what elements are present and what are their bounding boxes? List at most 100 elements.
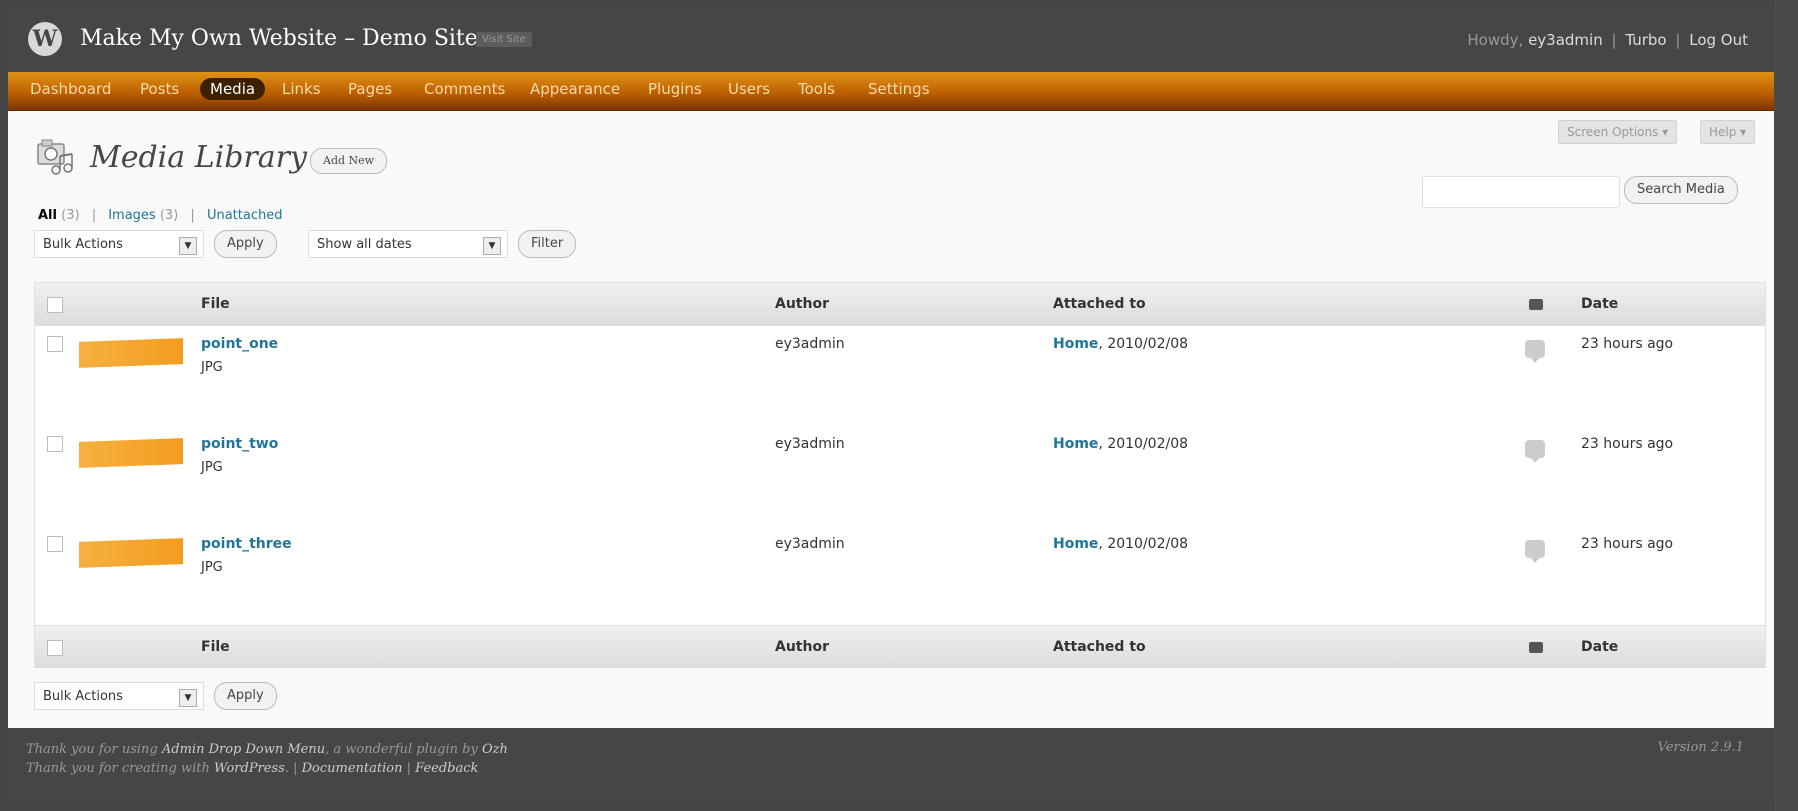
footer-text: Thank you for using — [26, 742, 162, 757]
add-new-button[interactable]: Add New — [310, 148, 388, 174]
file-link[interactable]: point_three — [201, 536, 292, 552]
select-all-checkbox[interactable] — [47, 640, 63, 656]
nav-comments[interactable]: Comments — [424, 80, 505, 98]
turbo-link[interactable]: Turbo — [1625, 31, 1666, 49]
image-thumbnail[interactable] — [79, 538, 183, 568]
table-footer: File Author Attached to Date — [35, 625, 1765, 668]
howdy-text: Howdy, — [1467, 31, 1524, 49]
wordpress-link[interactable]: WordPress — [214, 761, 285, 776]
attached-link[interactable]: Home — [1053, 336, 1098, 352]
logout-link[interactable]: Log Out — [1689, 31, 1748, 49]
author-cell: ey3admin — [775, 436, 845, 452]
author-cell: ey3admin — [775, 536, 845, 552]
nav-links[interactable]: Links — [282, 80, 321, 98]
footer-credits: Thank you for using Admin Drop Down Menu… — [26, 740, 508, 778]
file-type: JPG — [201, 360, 223, 375]
attached-cell: Home, 2010/02/08 — [1053, 436, 1188, 452]
column-file[interactable]: File — [201, 296, 230, 312]
filter-button[interactable]: Filter — [518, 230, 577, 258]
date-filter-value: Show all dates — [317, 237, 412, 252]
window-edge — [1774, 0, 1798, 811]
attached-date: , 2010/02/08 — [1098, 536, 1189, 552]
row-checkbox[interactable] — [47, 536, 63, 552]
username-link[interactable]: ey3admin — [1528, 31, 1603, 49]
plugin-link[interactable]: Admin Drop Down Menu — [162, 742, 325, 757]
date-cell: 23 hours ago — [1581, 336, 1674, 352]
visit-site-button[interactable]: Visit Site — [476, 32, 532, 47]
author-cell: ey3admin — [775, 336, 845, 352]
file-link[interactable]: point_one — [201, 336, 278, 352]
attached-link[interactable]: Home — [1053, 436, 1098, 452]
admin-header: W Make My Own Website – Demo Site Visit … — [8, 8, 1774, 72]
footer-line-1: Thank you for using Admin Drop Down Menu… — [26, 740, 508, 759]
help-button[interactable]: Help ▾ — [1700, 120, 1756, 144]
bulk-actions-value: Bulk Actions — [43, 237, 123, 252]
documentation-link[interactable]: Documentation — [302, 761, 403, 776]
column-attached[interactable]: Attached to — [1053, 296, 1146, 312]
search-input[interactable] — [1422, 176, 1620, 208]
filter-all[interactable]: All — [38, 208, 57, 223]
comment-count-icon[interactable] — [1525, 540, 1545, 563]
plugin-author-link[interactable]: Ozh — [482, 742, 508, 757]
table-row: point_two JPG ey3admin Home, 2010/02/08 … — [35, 426, 1765, 527]
user-info: Howdy, ey3admin | Turbo | Log Out — [1467, 31, 1748, 49]
bulk-actions-value: Bulk Actions — [43, 689, 123, 704]
admin-footer: Thank you for using Admin Drop Down Menu… — [8, 728, 1774, 803]
nav-settings[interactable]: Settings — [868, 80, 930, 98]
footer-text: Thank you for creating with — [26, 761, 214, 776]
select-all-checkbox[interactable] — [47, 297, 63, 313]
footer-text: . | — [284, 761, 302, 776]
media-table: File Author Attached to Date point_one J… — [34, 282, 1766, 668]
table-row: point_three JPG ey3admin Home, 2010/02/0… — [35, 526, 1765, 627]
filter-all-count: (3) — [61, 208, 80, 223]
row-checkbox[interactable] — [47, 336, 63, 352]
date-filter-select[interactable]: Show all dates ▼ — [308, 230, 508, 258]
nav-dashboard[interactable]: Dashboard — [30, 80, 111, 98]
column-author[interactable]: Author — [775, 296, 829, 312]
wp-admin-window: W Make My Own Website – Demo Site Visit … — [8, 8, 1774, 803]
row-checkbox[interactable] — [47, 436, 63, 452]
column-attached[interactable]: Attached to — [1053, 639, 1146, 655]
chevron-down-icon: ▼ — [179, 237, 197, 255]
nav-users[interactable]: Users — [728, 80, 770, 98]
filter-unattached[interactable]: Unattached — [207, 208, 283, 223]
column-date[interactable]: Date — [1581, 296, 1618, 312]
comment-count-icon[interactable] — [1525, 440, 1545, 463]
footer-text: , a wonderful plugin by — [325, 742, 482, 757]
bulk-actions-select-bottom[interactable]: Bulk Actions ▼ — [34, 682, 204, 710]
nav-tools[interactable]: Tools — [798, 80, 835, 98]
column-file[interactable]: File — [201, 639, 230, 655]
file-link[interactable]: point_two — [201, 436, 278, 452]
column-date[interactable]: Date — [1581, 639, 1618, 655]
attached-link[interactable]: Home — [1053, 536, 1098, 552]
screen-options-button[interactable]: Screen Options ▾ — [1558, 120, 1678, 144]
feedback-link[interactable]: Feedback — [415, 761, 478, 776]
media-filter-links: All (3) | Images (3) | Unattached — [38, 208, 282, 223]
filter-images-count: (3) — [159, 208, 179, 223]
version-text: Version 2.9.1 — [1657, 740, 1744, 755]
bulk-actions-select[interactable]: Bulk Actions ▼ — [34, 230, 204, 258]
search-media-button[interactable]: Search Media — [1624, 176, 1738, 204]
comment-count-icon[interactable] — [1525, 340, 1545, 363]
site-title[interactable]: Make My Own Website – Demo Site — [80, 26, 478, 51]
apply-button[interactable]: Apply — [214, 230, 277, 258]
image-thumbnail[interactable] — [79, 438, 183, 468]
nav-posts[interactable]: Posts — [140, 80, 179, 98]
filter-images[interactable]: Images — [108, 208, 156, 223]
file-type: JPG — [201, 460, 223, 475]
wordpress-logo-icon[interactable]: W — [28, 22, 62, 56]
date-cell: 23 hours ago — [1581, 436, 1674, 452]
nav-media[interactable]: Media — [200, 78, 266, 100]
column-author[interactable]: Author — [775, 639, 829, 655]
separator: | — [91, 208, 97, 223]
apply-button-bottom[interactable]: Apply — [214, 682, 277, 710]
date-cell: 23 hours ago — [1581, 536, 1674, 552]
footer-separator: | — [402, 761, 416, 776]
separator: | — [1611, 31, 1617, 49]
nav-pages[interactable]: Pages — [348, 80, 392, 98]
nav-appearance[interactable]: Appearance — [530, 80, 620, 98]
nav-plugins[interactable]: Plugins — [648, 80, 702, 98]
separator: | — [1675, 31, 1681, 49]
image-thumbnail[interactable] — [79, 338, 183, 368]
attached-date: , 2010/02/08 — [1098, 336, 1189, 352]
